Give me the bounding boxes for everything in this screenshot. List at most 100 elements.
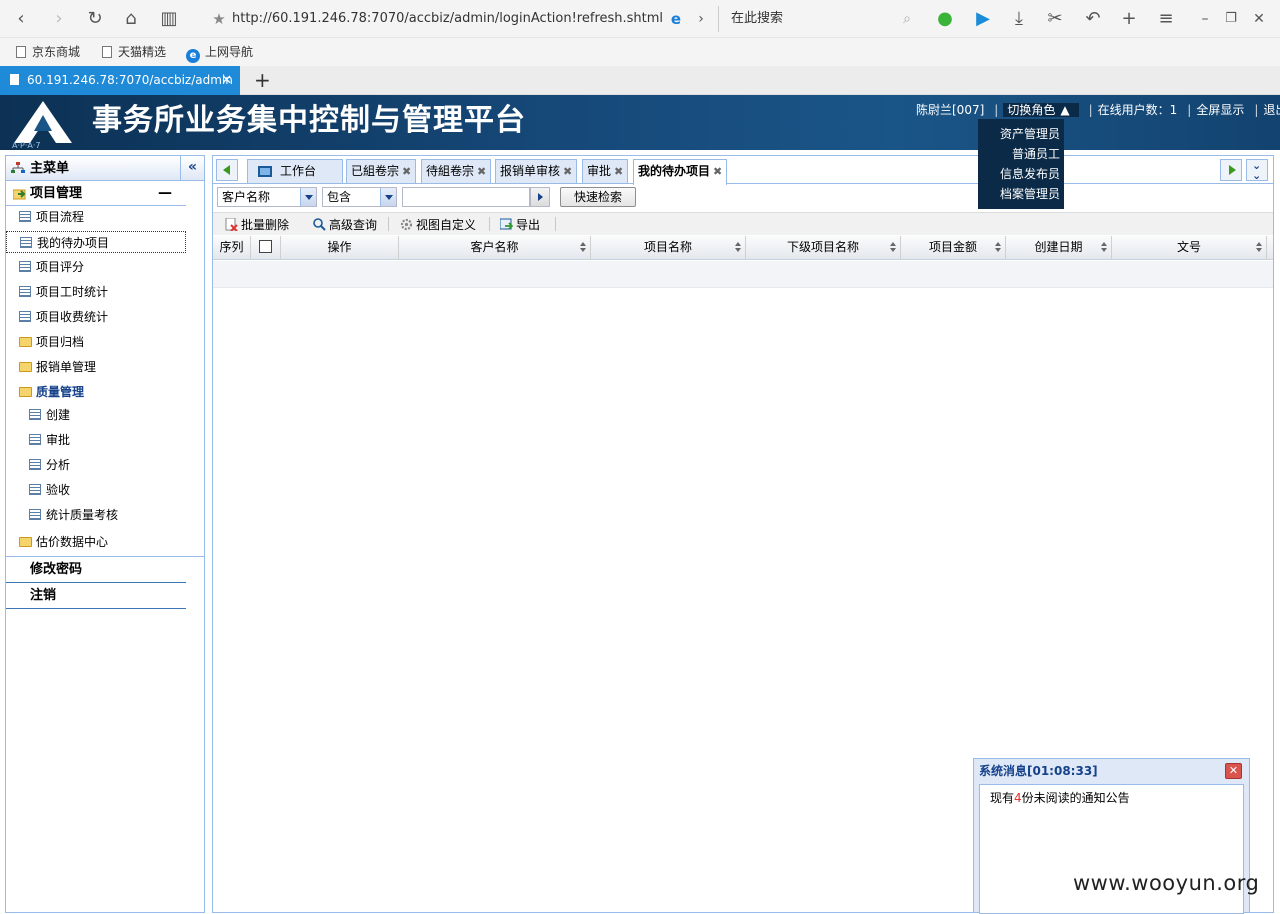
plus-icon[interactable]: +: [1118, 8, 1140, 30]
refresh-icon[interactable]: ↻: [84, 8, 106, 30]
search-go-button[interactable]: [530, 187, 550, 207]
toolbar-separator: [555, 217, 556, 231]
nav-my-todo[interactable]: 我的待办项目: [6, 231, 186, 253]
select-all-checkbox[interactable]: [259, 240, 272, 253]
collapse-sidebar-button[interactable]: «: [180, 156, 204, 180]
scissors-icon[interactable]: ✂: [1044, 8, 1066, 30]
sort-icon[interactable]: [890, 242, 896, 252]
col-project-amount[interactable]: 项目金额: [901, 236, 1006, 260]
quick-search-button[interactable]: 快速检索: [560, 187, 636, 207]
role-archive-manager[interactable]: 档案管理员: [978, 184, 1060, 204]
close-icon[interactable]: ✕: [1225, 763, 1242, 779]
col-seq: 序列: [213, 236, 251, 260]
col-project-name[interactable]: 项目名称: [591, 236, 746, 260]
download-icon[interactable]: ⤓: [1008, 8, 1030, 30]
bookmark-tmall[interactable]: 天猫精选: [102, 44, 166, 60]
page-icon: [16, 46, 26, 58]
close-tab-icon[interactable]: ✖: [563, 165, 572, 178]
tab-assembled-files[interactable]: 已組卷宗 ✖: [346, 159, 417, 183]
close-tab-icon[interactable]: ✕: [221, 66, 232, 95]
nav-quality-approve[interactable]: 审批: [29, 429, 70, 451]
view-custom-button[interactable]: 视图自定义: [400, 216, 476, 234]
bookmark-jd[interactable]: 京东商城: [16, 44, 80, 60]
batch-delete-button[interactable]: 批量删除: [225, 216, 289, 234]
tab-workbench[interactable]: 工作台: [247, 159, 343, 183]
home-icon[interactable]: ⌂: [120, 8, 142, 30]
collapse-minus-icon[interactable]: —: [158, 181, 172, 205]
tab-list-menu-button[interactable]: ⌄ ⌄: [1246, 159, 1268, 181]
role-asset-manager[interactable]: 资产管理员: [978, 124, 1060, 144]
sort-icon[interactable]: [735, 242, 741, 252]
video-play-icon[interactable]: ▶: [972, 8, 994, 30]
sort-icon[interactable]: [995, 242, 1001, 252]
nav-quality-mgmt[interactable]: 质量管理: [19, 381, 84, 403]
scroll-tabs-right-button[interactable]: [1220, 159, 1242, 181]
favorite-star-icon[interactable]: ★: [208, 8, 230, 30]
grid-icon: [29, 459, 41, 470]
role-employee[interactable]: 普通员工: [978, 144, 1060, 164]
search-operator-select[interactable]: 包含: [322, 187, 397, 207]
bookmark-nav[interactable]: e 上网导航: [186, 44, 253, 63]
nav-pricing-center[interactable]: 估价数据中心: [19, 531, 108, 553]
search-input[interactable]: 在此搜索: [718, 6, 918, 32]
fullscreen-link[interactable]: 全屏显示: [1196, 103, 1244, 117]
switch-role-button[interactable]: 切换角色 ▲: [1003, 103, 1079, 117]
reader-icon[interactable]: ▥: [158, 8, 180, 30]
minimize-icon[interactable]: –: [1194, 8, 1216, 30]
tab-pending-files[interactable]: 待組卷宗 ✖: [421, 159, 492, 183]
search-keyword-input[interactable]: [402, 187, 530, 207]
col-created-date[interactable]: 创建日期: [1006, 236, 1112, 260]
tab-expense-review[interactable]: 报销单审核 ✖: [495, 159, 578, 183]
forward-icon[interactable]: ›: [48, 8, 70, 30]
tab-my-todo[interactable]: 我的待办项目 ✖: [633, 159, 728, 185]
section-label: 项目管理: [30, 186, 83, 201]
close-tab-icon[interactable]: ✖: [477, 165, 486, 178]
sort-icon[interactable]: [1101, 242, 1107, 252]
export-button[interactable]: 导出: [500, 216, 540, 234]
tab-approval[interactable]: 审批 ✖: [582, 159, 629, 183]
chevron-right-icon[interactable]: ›: [690, 8, 712, 30]
sort-icon[interactable]: [580, 242, 586, 252]
new-tab-icon[interactable]: +: [254, 68, 271, 92]
advanced-query-button[interactable]: 高级查询: [313, 216, 377, 234]
nav-project-rating[interactable]: 项目评分: [19, 256, 84, 278]
grid-toolbar: 批量删除 高级查询 视图自定义 导出: [213, 212, 1273, 235]
search-field-select[interactable]: 客户名称: [217, 187, 317, 207]
close-tab-icon[interactable]: ✖: [614, 165, 623, 178]
sort-icon[interactable]: [1256, 242, 1262, 252]
section-project-management[interactable]: 项目管理 —: [6, 182, 186, 206]
logoff-link[interactable]: 注销: [6, 583, 186, 609]
wechat-icon[interactable]: ●: [934, 8, 956, 30]
search-row: 客户名称 包含 快速检索: [217, 186, 1267, 208]
close-tab-icon[interactable]: ✖: [713, 165, 722, 178]
browser-tab[interactable]: 60.191.246.78:7070/accbiz/admin ✕: [0, 66, 240, 95]
nav-hours-stats[interactable]: 项目工时统计: [19, 281, 108, 303]
nav-project-flow[interactable]: 项目流程: [19, 206, 84, 228]
col-select-all[interactable]: [251, 236, 281, 260]
undo-icon[interactable]: ↶: [1082, 8, 1104, 30]
close-window-icon[interactable]: ✕: [1248, 8, 1270, 30]
nav-quality-accept[interactable]: 验收: [29, 479, 70, 501]
menu-icon[interactable]: ≡: [1155, 8, 1177, 30]
ie-mode-icon[interactable]: e: [665, 8, 687, 30]
scroll-tabs-left-button[interactable]: [216, 159, 238, 181]
role-publisher[interactable]: 信息发布员: [978, 164, 1060, 184]
nav-fee-stats[interactable]: 项目收费统计: [19, 306, 108, 328]
nav-quality-stats[interactable]: 统计质量考核: [29, 504, 118, 526]
col-subproject-name[interactable]: 下级项目名称: [746, 236, 901, 260]
address-bar[interactable]: http://60.191.246.78:7070/accbiz/admin/l…: [232, 9, 662, 29]
search-icon[interactable]: ⌕: [896, 8, 918, 30]
logout-link[interactable]: 退出: [1263, 103, 1280, 117]
nav-expense-mgmt[interactable]: 报销单管理: [19, 356, 96, 378]
col-doc-number[interactable]: 文号: [1112, 236, 1267, 260]
nav-project-archive[interactable]: 项目归档: [19, 331, 84, 353]
nav-quality-analyze[interactable]: 分析: [29, 454, 70, 476]
restore-icon[interactable]: ❐: [1220, 8, 1242, 30]
change-password-link[interactable]: 修改密码: [6, 557, 186, 583]
nav-quality-create[interactable]: 创建: [29, 404, 70, 426]
close-tab-icon[interactable]: ✖: [402, 165, 411, 178]
back-icon[interactable]: ‹: [10, 8, 32, 30]
col-client-name[interactable]: 客户名称: [399, 236, 591, 260]
folder-icon: [19, 337, 32, 347]
arrow-left-icon: [223, 165, 230, 175]
